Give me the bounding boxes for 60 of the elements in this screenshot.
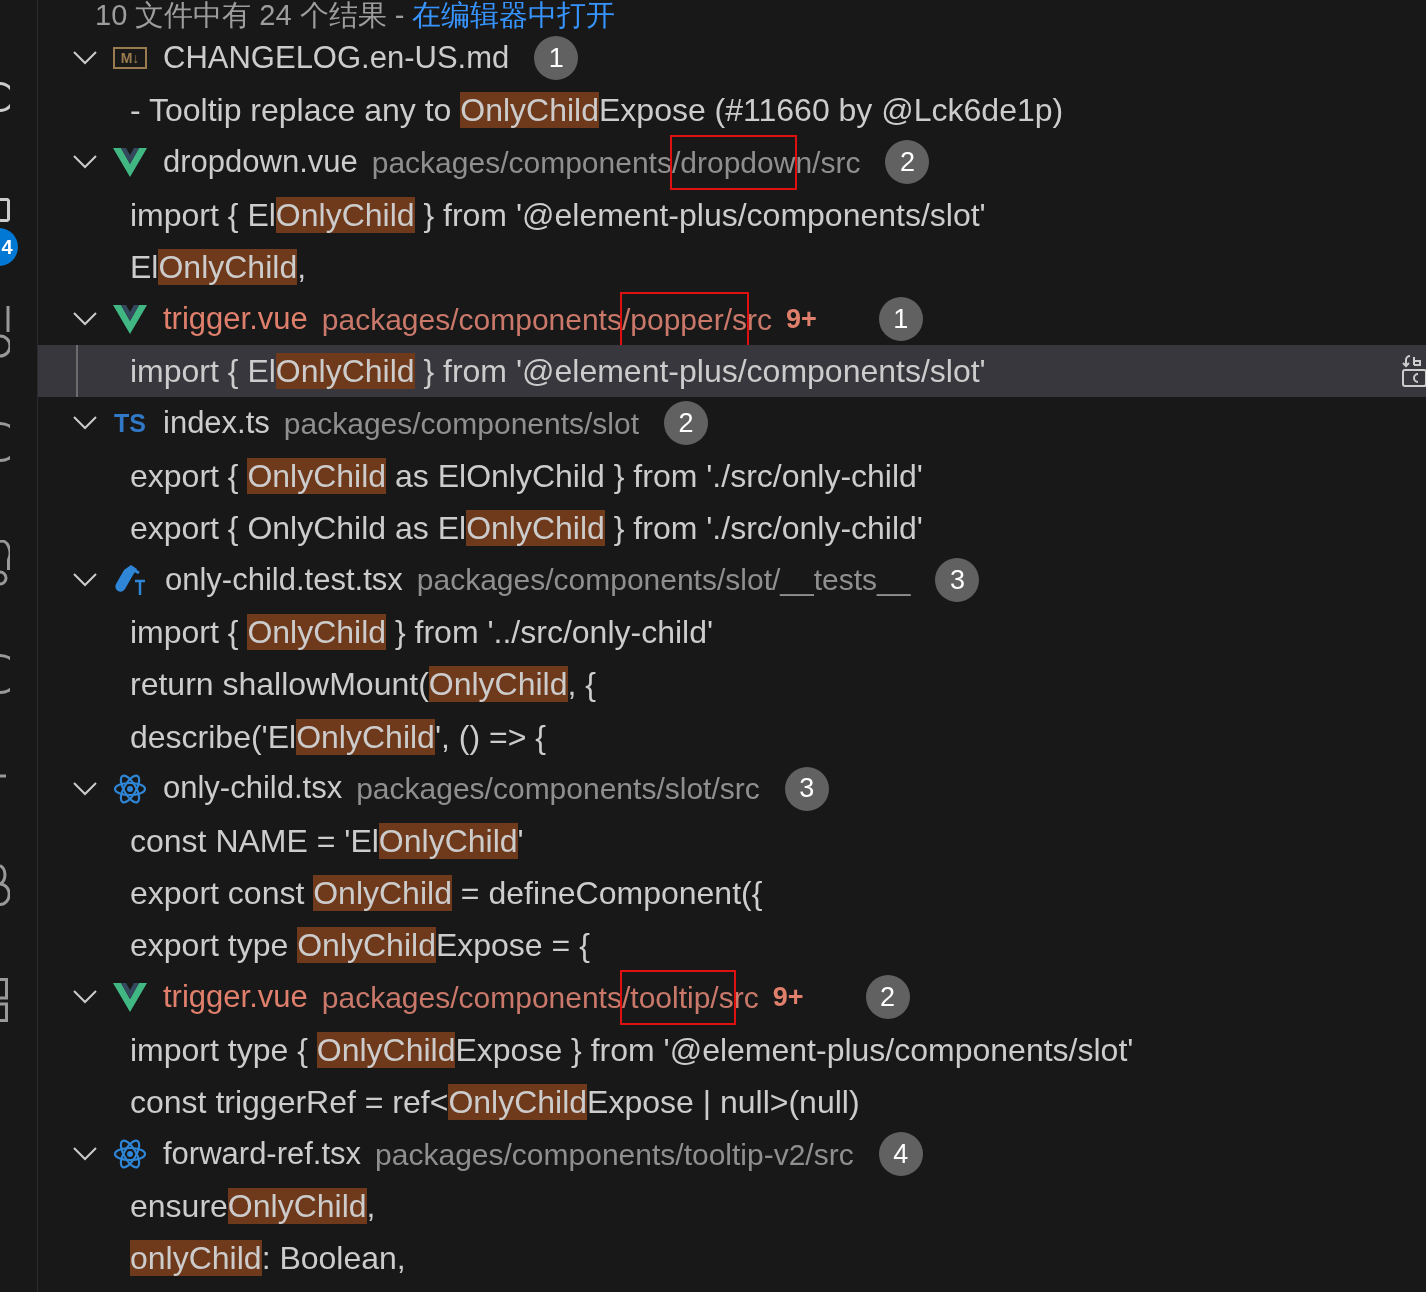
result-count-badge: 3	[935, 557, 980, 602]
match-line[interactable]: import { ElOnlyChild } from '@element-plus/components/slot'	[130, 347, 986, 396]
file-path: packages/components/slot/__tests__	[416, 562, 911, 599]
vue-icon	[113, 304, 147, 335]
replace-icon[interactable]	[1402, 354, 1426, 389]
match-line[interactable]: export const OnlyChild = defineComponent({	[130, 869, 763, 918]
problem-count: 9+	[786, 302, 817, 336]
chevron-down-icon[interactable]	[72, 780, 98, 797]
chevron-down-icon[interactable]	[72, 1146, 98, 1163]
results-summary: 10 文件中有 24 个结果 -	[95, 0, 406, 34]
match-line[interactable]: return shallowMount(OnlyChild, {	[130, 660, 596, 709]
file-name[interactable]: forward-ref.tsx	[163, 1130, 362, 1178]
atom-icon	[113, 1139, 147, 1170]
file-name[interactable]: only-child.tsx	[163, 765, 343, 812]
file-name[interactable]: only-child.test.tsx	[165, 556, 403, 604]
account-icon	[0, 864, 10, 906]
atom-icon	[113, 773, 147, 804]
chevron-down-icon[interactable]	[72, 989, 98, 1006]
result-count-badge: 2	[885, 140, 930, 185]
file-path: packages/components/tooltip-v2/src	[375, 1136, 854, 1173]
match-row[interactable]: import { ElOnlyChild } from '@element-plus/components/slot'	[38, 345, 1426, 398]
match-line[interactable]: const triggerRef = ref<OnlyChildExpose | null>(null)	[130, 1077, 860, 1126]
file-name[interactable]: trigger.vue	[163, 295, 308, 343]
match-line[interactable]: - Tooltip replace any to OnlyChildExpose (#11660 by @Lck6de1p)	[130, 86, 1064, 135]
markdown-icon: M↓	[113, 47, 147, 70]
match-line[interactable]: export type OnlyChildExpose = {	[130, 921, 590, 970]
branch-icon	[0, 306, 10, 358]
result-count-badge: 4	[878, 1132, 923, 1177]
chevron-down-icon[interactable]	[72, 415, 98, 432]
vue-icon	[113, 982, 147, 1013]
chevron-down-icon[interactable]	[72, 311, 98, 328]
result-count-badge: 1	[878, 297, 923, 342]
problem-count: 9+	[772, 981, 804, 1015]
match-line[interactable]: describe('ElOnlyChild', () => {	[130, 712, 546, 761]
result-count-badge: 1	[534, 36, 579, 81]
extension-icon	[0, 540, 10, 586]
result-count-badge: 3	[784, 766, 829, 811]
chevron-down-icon[interactable]	[72, 571, 98, 588]
match-line[interactable]: export { OnlyChild as ElOnlyChild } from './src/only-child'	[130, 451, 923, 500]
file-name[interactable]: index.ts	[163, 400, 270, 447]
result-count-badge: 2	[865, 975, 910, 1020]
result-count-badge: 2	[664, 401, 709, 446]
file-path: packages/components/slot/src	[356, 771, 760, 808]
file-icon	[0, 198, 10, 222]
match-line[interactable]: onlyChild: Boolean,	[130, 1234, 406, 1283]
vue-icon	[113, 147, 147, 178]
layout-icon	[0, 978, 8, 1022]
match-line[interactable]: import { ElOnlyChild } from '@element-plus/components/slot'	[130, 190, 986, 239]
typescript-icon: TS	[113, 410, 147, 436]
file-path: packages/components/slot	[283, 405, 640, 442]
match-line[interactable]: const NAME = 'ElOnlyChild'	[130, 816, 524, 865]
file-name[interactable]: dropdown.vue	[163, 139, 358, 186]
notification-badge: 4	[0, 228, 18, 266]
match-line[interactable]: import type { OnlyChildExpose } from '@element-plus/components/slot'	[130, 1025, 1134, 1074]
chevron-down-icon[interactable]	[72, 50, 98, 67]
match-line[interactable]: ensureOnlyChild,	[130, 1182, 376, 1231]
match-line[interactable]: import { OnlyChild } from '../src/only-child'	[130, 608, 714, 657]
chevron-down-icon[interactable]	[72, 154, 98, 171]
match-line[interactable]: export { OnlyChild as ElOnlyChild } from './src/only-child'	[130, 503, 923, 552]
file-name[interactable]: trigger.vue	[163, 974, 308, 1021]
